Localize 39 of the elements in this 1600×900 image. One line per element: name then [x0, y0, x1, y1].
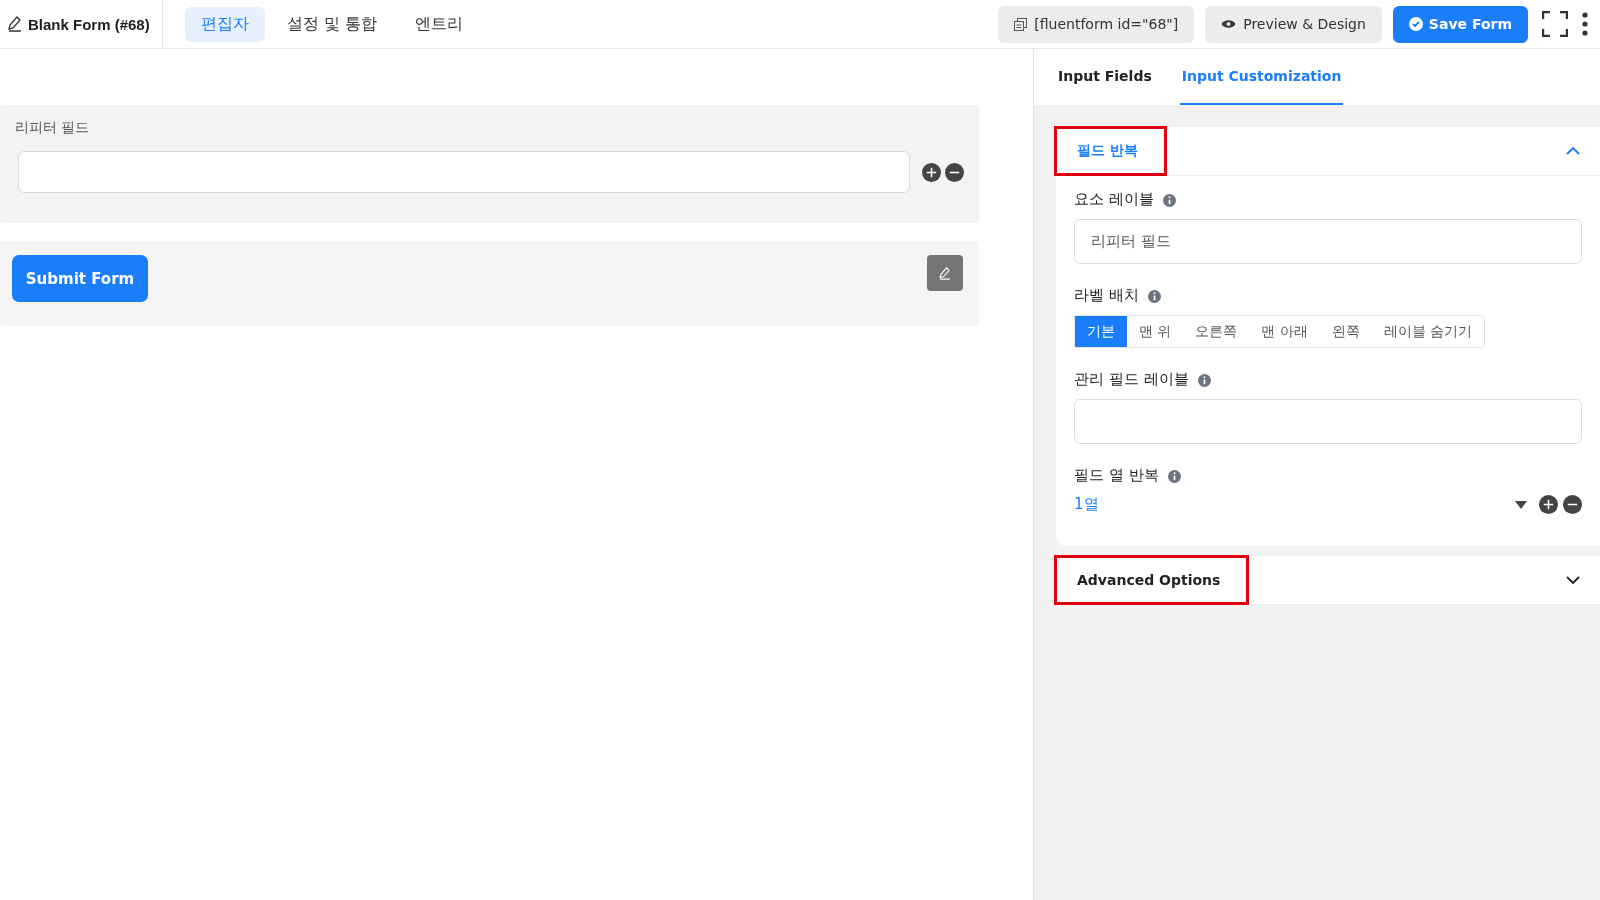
edit-button[interactable] — [927, 255, 963, 291]
more-icon[interactable] — [1582, 12, 1588, 36]
remove-icon[interactable] — [1563, 495, 1582, 514]
setting-label: 관리 필드 레이블 — [1074, 370, 1189, 389]
info-icon — [1167, 470, 1181, 483]
form-title: Blank Form (#68) — [28, 15, 150, 33]
column-link[interactable]: 1열 — [1074, 495, 1510, 514]
input-field[interactable]: 리피터 필드 — [1074, 219, 1582, 264]
add-icon[interactable] — [1539, 495, 1558, 514]
save-button[interactable]: Save Form — [1392, 5, 1528, 43]
check-circle-icon — [1408, 17, 1423, 31]
fullscreen-icon[interactable] — [1542, 11, 1568, 37]
info-icon — [1197, 374, 1211, 387]
eye-icon — [1221, 19, 1237, 29]
setting-label: 요소 레이블 — [1074, 190, 1154, 209]
chevron-icon[interactable] — [1566, 576, 1580, 584]
input-field[interactable] — [18, 151, 910, 193]
nav-tab[interactable]: 엔트리 — [398, 6, 479, 42]
section-header[interactable]: 필드 반복 — [1054, 126, 1167, 176]
info-icon — [1162, 194, 1176, 207]
submit-button[interactable]: Submit Form — [12, 255, 148, 302]
add-icon[interactable] — [922, 162, 941, 182]
field-label: 리피터 필드 — [15, 119, 91, 137]
panel-tab[interactable]: Input Fields — [1056, 49, 1154, 105]
pencil-icon — [8, 16, 22, 32]
shortcode-button[interactable]: [fluentform id="68"] — [998, 5, 1195, 43]
info-icon — [1147, 290, 1161, 303]
copy-icon — [1014, 17, 1028, 31]
preview-button[interactable]: Preview & Design — [1205, 5, 1382, 43]
panel-tab[interactable]: Input Customization — [1179, 49, 1344, 105]
dropdown-icon[interactable] — [1515, 500, 1527, 509]
nav-tab[interactable]: 설정 및 통합 — [270, 6, 393, 42]
input-field[interactable] — [1074, 399, 1582, 444]
remove-icon[interactable] — [945, 162, 964, 182]
pencil-icon — [939, 266, 951, 280]
setting-label: 라벨 배치 — [1074, 286, 1139, 305]
section-header[interactable]: Advanced Options — [1054, 555, 1250, 605]
placement-option[interactable]: 기본 — [1075, 316, 1127, 347]
setting-label: 필드 열 반복 — [1074, 466, 1159, 485]
